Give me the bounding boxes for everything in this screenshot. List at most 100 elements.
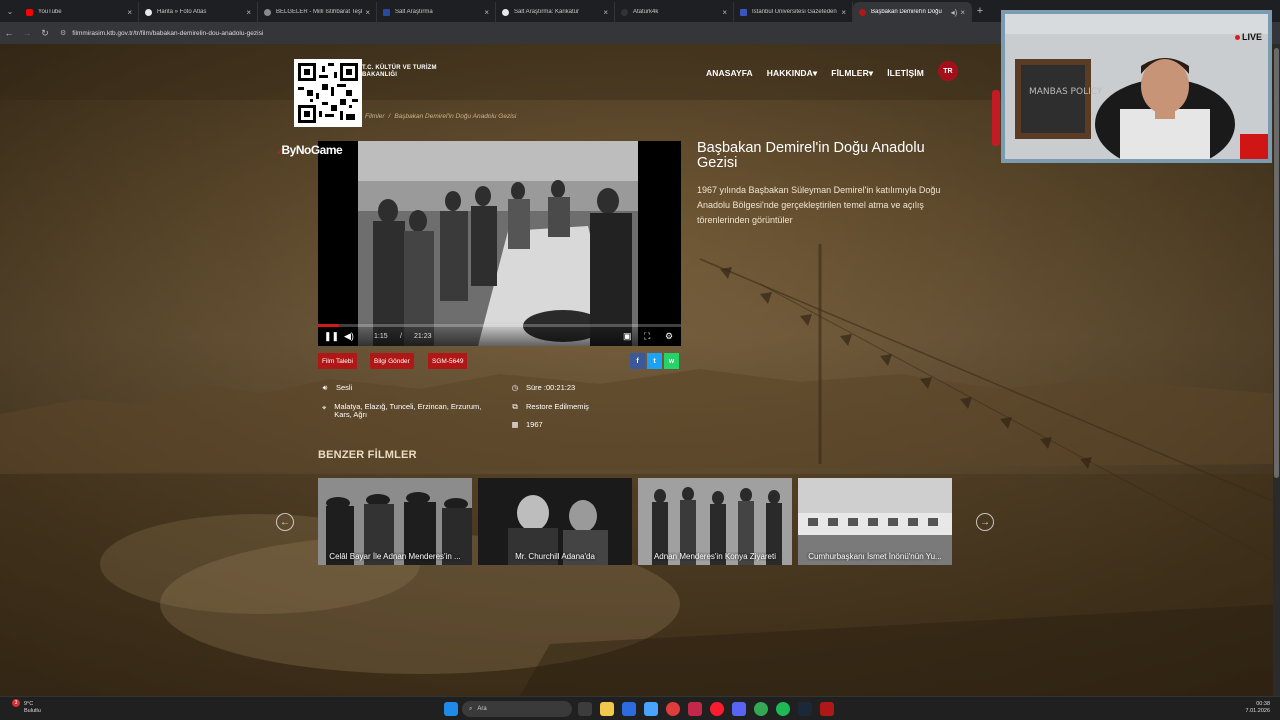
volume-icon[interactable]: ◀) — [344, 331, 354, 342]
chrome-icon[interactable] — [754, 702, 768, 716]
nav-item-films[interactable]: FİLMLER▾ — [831, 68, 873, 79]
tab-list-chevron-icon[interactable]: ⌄ — [0, 0, 20, 22]
film-description: 1967 yılında Başbakan Süleyman Demirel'i… — [697, 185, 941, 225]
notification-badge: 3 — [12, 699, 20, 707]
tab-favicon-icon — [740, 8, 747, 16]
related-film-card[interactable]: Cumhurbaşkanı İsmet İnönü'nün Yu... — [798, 478, 952, 565]
live-indicator: LIVE — [1234, 32, 1262, 42]
meta-sound: 🔊︎ Sesli — [318, 383, 353, 393]
calendar-icon: ▦ — [511, 420, 519, 429]
tab-favicon-icon — [26, 8, 33, 16]
ministry-logo-text[interactable]: T.C. KÜLTÜR VE TURİZM BAKANLIĞI — [362, 65, 437, 79]
tab-close-icon[interactable]: × — [484, 8, 489, 17]
tab-close-icon[interactable]: × — [365, 8, 370, 17]
side-tab-badge[interactable] — [992, 90, 1000, 146]
carousel-prev-arrow-icon[interactable]: ← — [276, 513, 294, 531]
nav-item-home[interactable]: ANASAYFA — [706, 68, 753, 78]
browser-tab[interactable]: YouTube × — [20, 2, 139, 22]
breadcrumb-current: Başbakan Demirel'in Doğu Anadolu Gezisi — [394, 113, 517, 120]
language-toggle[interactable]: TR — [937, 61, 958, 81]
store-icon[interactable] — [622, 702, 636, 716]
browser-tab[interactable]: Ataturk4k × — [615, 2, 734, 22]
whatsapp-share-icon[interactable]: w — [664, 353, 679, 369]
start-windows-icon[interactable] — [444, 702, 458, 716]
fullscreen-icon[interactable]: ⛶ — [644, 331, 650, 342]
film-title: Başbakan Demirel'in Doğu Anadolu Gezisi — [697, 140, 925, 171]
taskbar-clock[interactable]: 00:38 7.01.2026 — [1246, 701, 1270, 715]
video-progress-bar[interactable] — [318, 324, 681, 327]
tab-close-icon[interactable]: × — [127, 8, 132, 17]
url-field[interactable]: ⚙ filmmirasim.ktb.gov.tr/tr/film/babakan-… — [60, 29, 263, 38]
video-current-time: 1:15 — [374, 333, 388, 340]
opera-icon[interactable] — [666, 702, 680, 716]
nav-item-contact[interactable]: İLETİŞİM — [887, 68, 924, 78]
video-controls: ❚❚ ◀) 1:15 / 21:23 ▣ ⛶ ⚙ — [318, 322, 681, 346]
qr-code-image — [294, 59, 362, 127]
search-icon: ⌕ — [469, 705, 473, 712]
stream-brand-logo: ⁄ByNoGame — [280, 143, 343, 157]
steam-icon[interactable] — [798, 702, 812, 716]
back-arrow-icon[interactable]: ← — [0, 28, 18, 38]
main-nav: ANASAYFA HAKKINDA▾ FİLMLER▾ İLETİŞİM TR — [706, 61, 958, 81]
meta-restore: ⧉ Restore Edilmemiş — [508, 402, 589, 412]
browser-tab[interactable]: Salt Araştırma: Karikatür × — [496, 2, 615, 22]
twitter-share-icon[interactable]: t — [647, 353, 662, 369]
new-tab-button[interactable]: + — [972, 5, 988, 17]
related-films-heading: BENZER FİLMLER — [318, 449, 417, 461]
film-request-button[interactable]: Film Talebi — [318, 353, 357, 369]
tab-close-icon[interactable]: × — [960, 8, 965, 17]
page-scrollbar[interactable] — [1273, 44, 1280, 696]
app-red-icon[interactable] — [820, 702, 834, 716]
forward-arrow-icon[interactable]: → — [18, 28, 36, 38]
pause-icon[interactable]: ❚❚ — [324, 331, 339, 342]
video-progress-fill — [318, 324, 340, 327]
restore-copy-icon: ⧉ — [512, 402, 518, 411]
tab-close-icon[interactable]: × — [603, 8, 608, 17]
app-icon[interactable] — [688, 702, 702, 716]
map-pin-icon: ⌖ — [321, 403, 327, 412]
webcam-overlay: MANBAS POLICY LIVE — [1001, 10, 1272, 163]
miniplayer-icon[interactable]: ▣ — [623, 331, 632, 342]
related-film-card[interactable]: Mr. Churchill Adana'da — [478, 478, 632, 565]
svg-text:MANBAS POLICY: MANBAS POLICY — [1029, 87, 1103, 97]
tab-favicon-icon — [502, 8, 509, 16]
reload-icon[interactable]: ↻ — [36, 28, 54, 39]
facebook-share-icon[interactable]: f — [630, 353, 645, 369]
breadcrumb-link-films[interactable]: Filmler — [365, 113, 385, 120]
video-player[interactable]: ❚❚ ◀) 1:15 / 21:23 ▣ ⛶ ⚙ — [318, 141, 681, 346]
meta-duration: ◷ Süre :00:21:23 — [508, 383, 576, 392]
archive-code-badge[interactable]: SGM-5649 — [428, 353, 468, 369]
browser-tab-active[interactable]: Başbakan Demirel'in Doğu ◂) × — [853, 2, 972, 22]
browser-tab[interactable]: Harita » Foto Atlas × — [139, 2, 258, 22]
related-film-card[interactable]: Celâl Bayar İle Adnan Menderes'in ... — [318, 478, 472, 565]
related-film-card[interactable]: Adnan Menderes'in Konya Ziyareti — [638, 478, 792, 565]
streamer-webcam-image: MANBAS POLICY — [1005, 14, 1268, 159]
taskbar-search[interactable]: ⌕ Ara — [462, 701, 572, 717]
video-time-separator: / — [400, 333, 402, 340]
speaker-icon: 🔊︎ — [322, 383, 328, 392]
site-info-icon[interactable]: ⚙ — [60, 29, 66, 37]
weather-widget[interactable]: 9°C Bulutlu — [24, 701, 41, 715]
browser-tab[interactable]: Salt Araştırma × — [377, 2, 496, 22]
discord-icon[interactable] — [732, 702, 746, 716]
scrollbar-thumb[interactable] — [1274, 48, 1279, 478]
tab-close-icon[interactable]: × — [246, 8, 251, 17]
settings-gear-icon[interactable]: ⚙ — [665, 331, 673, 342]
browser-tab[interactable]: İstanbul Üniversitesi Gazeteden × — [734, 2, 853, 22]
send-info-button[interactable]: Bilgi Gönder — [370, 353, 414, 369]
video-duration: 21:23 — [414, 333, 432, 340]
meta-locations: ⌖ Malatya, Elazığ, Tunceli, Erzincan, Erz… — [318, 403, 493, 419]
carousel-next-arrow-icon[interactable]: → — [976, 513, 994, 531]
spotify-icon[interactable] — [776, 702, 790, 716]
file-explorer-icon[interactable] — [600, 702, 614, 716]
tab-audio-icon[interactable]: ◂) — [951, 8, 958, 17]
browser-tab[interactable]: BELGELER - Millî İstihbarat Teşk × — [258, 2, 377, 22]
nav-item-about[interactable]: HAKKINDA▾ — [767, 68, 818, 79]
clock-icon: ◷ — [511, 383, 519, 392]
tab-close-icon[interactable]: × — [722, 8, 727, 17]
tab-close-icon[interactable]: × — [841, 8, 846, 17]
opera-gx-icon[interactable] — [710, 702, 724, 716]
mail-icon[interactable] — [644, 702, 658, 716]
tab-favicon-icon — [621, 8, 628, 16]
task-view-icon[interactable] — [578, 702, 592, 716]
